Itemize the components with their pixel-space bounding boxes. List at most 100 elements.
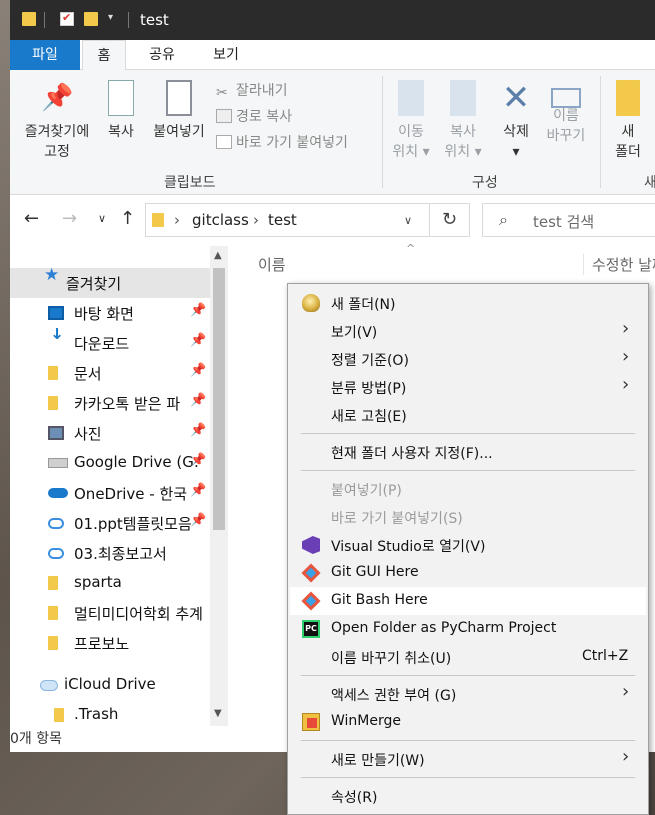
- folder-icon: [48, 366, 58, 380]
- git-icon: [301, 563, 321, 583]
- address-bar[interactable]: › gitclass › test ∨: [145, 203, 430, 237]
- pin-to-quick-access-button[interactable]: 📌 즐겨찾기에 고정: [16, 80, 98, 162]
- copy-button[interactable]: 복사: [102, 80, 140, 142]
- nav-item-downloads[interactable]: ↓ 다운로드 📌: [10, 328, 210, 358]
- nav-item-icloud-drive[interactable]: iCloud Drive: [10, 670, 210, 700]
- menu-item-new-folder[interactable]: 새 폴더(N): [290, 289, 646, 317]
- nav-item-onedrive[interactable]: OneDrive - 한국 📌: [10, 478, 210, 508]
- tab-view[interactable]: 보기: [204, 40, 248, 70]
- menu-item-customize-folder[interactable]: 현재 폴더 사용자 지정(F)...: [290, 438, 646, 466]
- nav-item-final-report[interactable]: 03.최종보고서: [10, 538, 210, 568]
- tab-file[interactable]: 파일: [10, 40, 80, 70]
- copy-to-icon: [450, 80, 476, 116]
- status-bar: 0개 항목: [10, 728, 62, 748]
- menu-item-winmerge[interactable]: WinMerge: [290, 708, 646, 736]
- breadcrumb-separator[interactable]: ›: [253, 211, 259, 229]
- menu-item-undo-rename[interactable]: 이름 바꾸기 취소(U) Ctrl+Z: [290, 643, 646, 671]
- address-dropdown-icon[interactable]: ∨: [404, 214, 412, 227]
- context-menu: 새 폴더(N) 보기(V) › 정렬 기준(O) › 분류 방법(P) › 새로…: [287, 283, 649, 815]
- recent-locations-chevron-icon[interactable]: ∨: [98, 212, 106, 225]
- column-header-name[interactable]: 이름: [258, 254, 286, 275]
- quick-access-dropdown-icon[interactable]: ▾: [108, 12, 113, 23]
- submenu-arrow-icon: ›: [622, 374, 630, 395]
- window-title: test: [140, 11, 169, 29]
- tab-share[interactable]: 공유: [140, 40, 184, 70]
- submenu-arrow-icon: ›: [622, 681, 630, 702]
- pin-icon: 📌: [190, 393, 207, 408]
- nav-item-label: 프로보노: [74, 635, 130, 653]
- breadcrumb-test[interactable]: test: [268, 211, 297, 229]
- nav-item-ppt-templates[interactable]: 01.ppt템플릿모음 📌: [10, 508, 210, 538]
- menu-separator: [301, 470, 635, 471]
- organize-group-label: 구성: [472, 175, 498, 191]
- menu-item-sort-by[interactable]: 정렬 기준(O) ›: [290, 345, 646, 373]
- icloud-icon: [40, 680, 58, 691]
- move-to-button[interactable]: 이동 위치 ▾: [388, 80, 434, 162]
- scrollbar-thumb[interactable]: [213, 268, 225, 530]
- nav-item-sparta[interactable]: sparta: [10, 568, 210, 598]
- breadcrumb-separator[interactable]: ›: [174, 211, 180, 229]
- menu-item-paste-shortcut[interactable]: 바로 가기 붙여넣기(S): [290, 503, 646, 531]
- menu-item-open-visual-studio[interactable]: Visual Studio로 열기(V): [290, 531, 646, 559]
- nav-item-trash[interactable]: .Trash: [10, 700, 210, 730]
- forward-arrow-icon[interactable]: →: [62, 208, 77, 229]
- menu-item-view[interactable]: 보기(V) ›: [290, 317, 646, 345]
- back-arrow-icon[interactable]: ←: [24, 208, 39, 229]
- nav-pane-scrollbar[interactable]: ▲ ▼: [210, 246, 228, 726]
- submenu-arrow-icon: ›: [622, 318, 630, 339]
- new-folder-quick-icon[interactable]: [84, 12, 98, 26]
- nav-item-google-drive[interactable]: Google Drive (G: 📌: [10, 448, 210, 478]
- nav-item-probono[interactable]: 프로보노: [10, 628, 210, 658]
- up-arrow-icon[interactable]: ↑: [120, 208, 135, 229]
- menu-item-properties[interactable]: 속성(R): [290, 782, 646, 810]
- menu-item-pycharm[interactable]: PC Open Folder as PyCharm Project: [290, 615, 646, 643]
- menu-item-paste[interactable]: 붙여넣기(P): [290, 475, 646, 503]
- menu-item-new[interactable]: 새로 만들기(W) ›: [290, 745, 646, 773]
- paste-shortcut-button[interactable]: 바로 가기 붙여넣기: [216, 132, 348, 152]
- nav-item-documents[interactable]: 문서 📌: [10, 358, 210, 388]
- nav-item-multimedia[interactable]: 멀티미디어학회 추계: [10, 598, 210, 628]
- title-bar: ▾ test: [10, 0, 655, 40]
- search-input[interactable]: ⌕ test 검색: [482, 203, 655, 237]
- nav-item-kakaotalk[interactable]: 카카오톡 받은 파 📌: [10, 388, 210, 418]
- navigation-pane: ★ 즐겨찾기 바탕 화면 📌 ↓ 다운로드 📌 문서 📌 카카오톡 받은 파 📌…: [10, 246, 228, 726]
- search-icon: ⌕: [499, 210, 508, 229]
- scroll-up-icon[interactable]: ▲: [214, 250, 222, 261]
- menu-item-git-bash[interactable]: Git Bash Here: [290, 587, 646, 615]
- menu-item-label: 보기(V): [331, 325, 378, 341]
- column-header-date-modified[interactable]: 수정한 날짜: [583, 254, 655, 275]
- nav-item-quick-access[interactable]: ★ 즐겨찾기: [10, 268, 210, 298]
- address-row: ← → ∨ ↑ › gitclass › test ∨ ↻ ⌕ test 검색: [10, 196, 655, 246]
- copy-path-button[interactable]: 경로 복사: [216, 106, 292, 126]
- refresh-button[interactable]: ↻: [430, 203, 470, 237]
- new-folder-button[interactable]: 새 폴더: [610, 80, 646, 162]
- properties-quick-icon[interactable]: [60, 11, 74, 26]
- menu-item-label: 현재 폴더 사용자 지정(F)...: [331, 446, 493, 462]
- folder-icon: [54, 708, 64, 722]
- delete-button[interactable]: ✕ 삭제 ▾: [496, 80, 536, 162]
- move-to-label-line2: 위치 ▾: [392, 144, 430, 160]
- menu-item-refresh[interactable]: 새로 고침(E): [290, 401, 646, 429]
- nav-item-desktop[interactable]: 바탕 화면 📌: [10, 298, 210, 328]
- title-separator: [128, 12, 129, 28]
- cut-button[interactable]: ✂ 잘라내기: [216, 80, 288, 101]
- menu-item-group-by[interactable]: 분류 방법(P) ›: [290, 373, 646, 401]
- menu-item-git-gui[interactable]: Git GUI Here: [290, 559, 646, 587]
- menu-item-label: 붙여넣기(P): [331, 483, 402, 499]
- scroll-down-icon[interactable]: ▼: [214, 708, 222, 719]
- nav-item-pictures[interactable]: 사진 📌: [10, 418, 210, 448]
- copy-to-button[interactable]: 복사 위치 ▾: [440, 80, 486, 162]
- tab-home[interactable]: 홈: [82, 40, 126, 70]
- ribbon-separator: [600, 76, 601, 188]
- nav-item-label: OneDrive - 한국: [74, 485, 188, 503]
- nav-item-label: 바탕 화면: [74, 305, 134, 323]
- menu-item-give-access[interactable]: 액세스 권한 부여 (G) ›: [290, 680, 646, 708]
- paste-button[interactable]: 붙여넣기: [148, 80, 210, 142]
- folder-icon: [152, 213, 164, 227]
- pin-icon: 📌: [190, 453, 207, 468]
- copy-icon: [108, 80, 134, 116]
- breadcrumb-gitclass[interactable]: gitclass: [192, 211, 249, 229]
- pin-icon: 📌: [190, 483, 207, 498]
- rename-button[interactable]: 이름 바꾸기: [544, 80, 588, 146]
- delete-dropdown-icon[interactable]: ▾: [496, 142, 536, 162]
